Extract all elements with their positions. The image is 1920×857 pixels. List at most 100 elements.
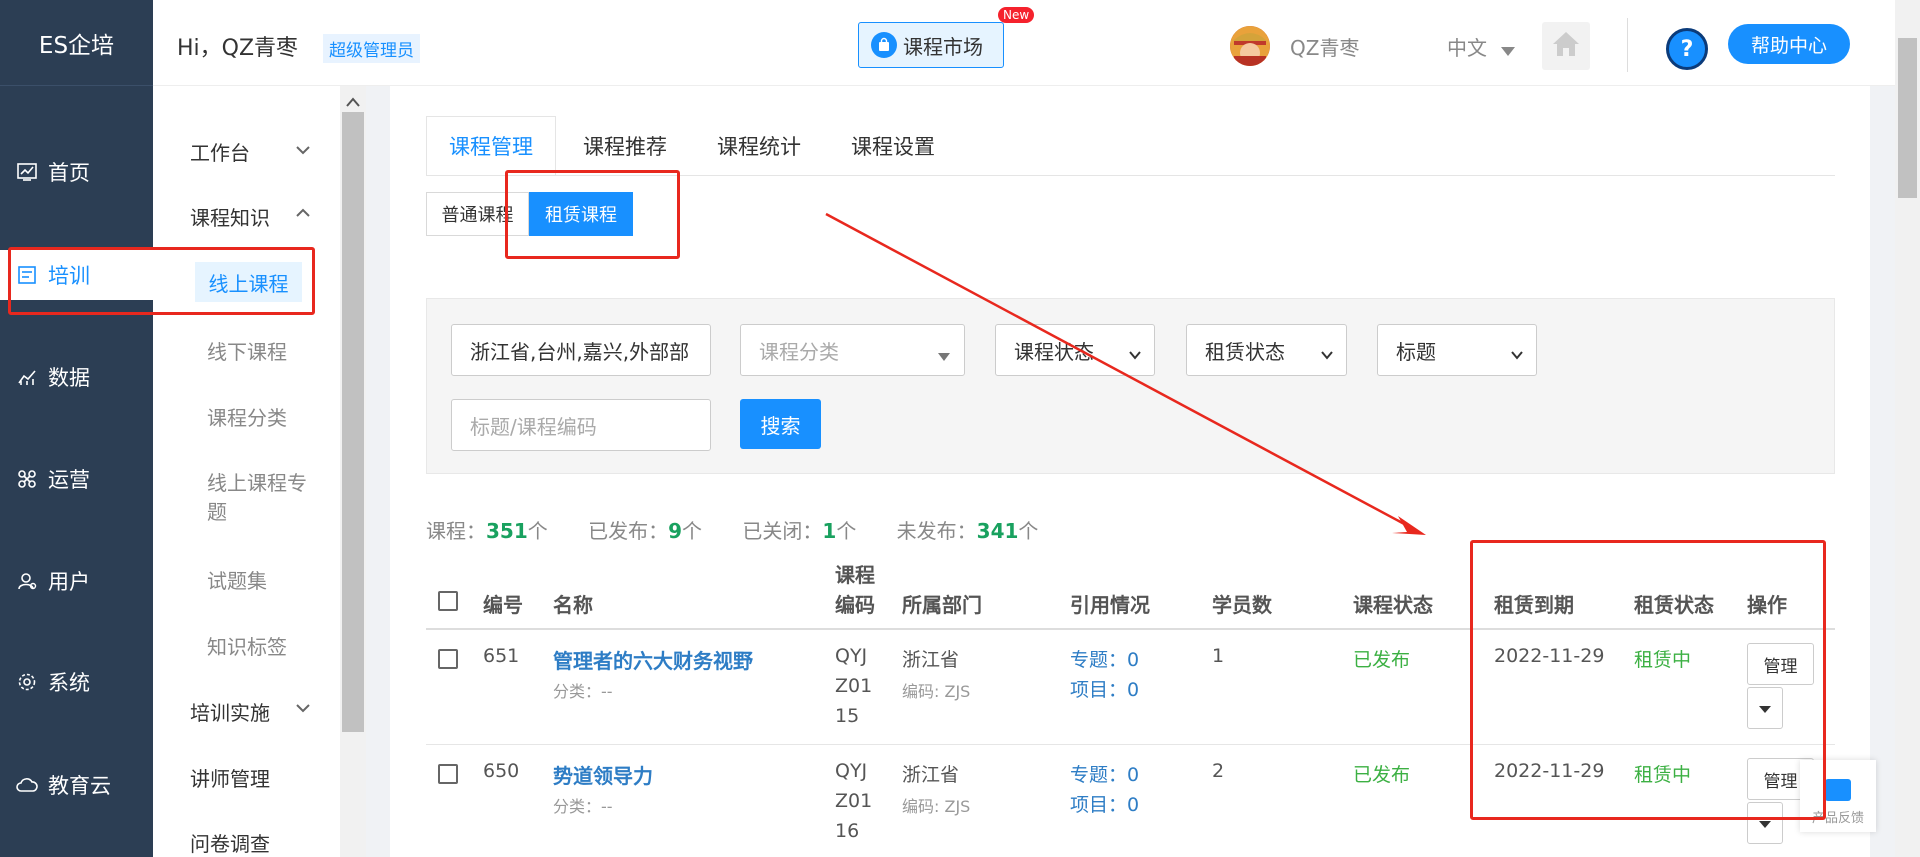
- subnav-item-course-category[interactable]: 课程分类: [207, 402, 287, 431]
- avatar[interactable]: [1230, 26, 1270, 66]
- home-icon: [1552, 31, 1580, 61]
- course-status-select[interactable]: 课程状态: [995, 324, 1155, 376]
- subnav-item-online-topic-line2: 题: [207, 500, 227, 524]
- main-sidebar: ES企培 首页 培训 数据 运营 用户 系统 教育云: [0, 0, 153, 857]
- project-ref-link[interactable]: 项目：0: [1070, 675, 1139, 702]
- subnav-scrollbar[interactable]: [340, 86, 366, 857]
- page-scrollbar[interactable]: [1895, 0, 1920, 857]
- stats-icon: [16, 366, 38, 388]
- greeting-text: Hi，QZ青枣: [177, 36, 299, 61]
- th-students: 学员数: [1212, 593, 1272, 617]
- stat-closed-unit: 个: [836, 519, 857, 543]
- nav-item-edu-cloud[interactable]: 教育云: [0, 760, 153, 810]
- stat-unpublished-label: 未发布：: [896, 519, 977, 543]
- title-field-select[interactable]: 标题: [1377, 324, 1537, 376]
- course-market-button[interactable]: 课程市场: [858, 22, 1004, 68]
- subnav-group-lecturer[interactable]: 讲师管理: [190, 763, 270, 792]
- subnav-item-offline-course[interactable]: 线下课程: [207, 336, 287, 365]
- role-badge: 超级管理员: [323, 34, 420, 63]
- stat-courses-unit: 个: [527, 519, 548, 543]
- top-header: Hi，QZ青枣 超级管理员 课程市场 New QZ青枣 中文 ? 帮助中心: [153, 0, 1920, 86]
- topic-ref-link[interactable]: 专题：0: [1070, 645, 1139, 672]
- chevron-down-icon: [1320, 343, 1334, 360]
- region-select-value: 浙江省,台州,嘉兴,外部部: [470, 339, 690, 364]
- subnav-item-knowledge-tags[interactable]: 知识标签: [207, 631, 287, 660]
- subnav-group-course-knowledge[interactable]: 课程知识: [190, 202, 270, 231]
- chevron-down-icon[interactable]: [296, 700, 310, 714]
- select-all-checkbox[interactable]: [438, 591, 458, 611]
- subnav-group-workbench[interactable]: 工作台: [190, 137, 250, 166]
- row-checkbox[interactable]: [438, 649, 458, 669]
- course-status-label: 课程状态: [1014, 339, 1094, 364]
- department-code: 编码: ZJS: [902, 682, 971, 701]
- search-button[interactable]: 搜索: [740, 399, 821, 449]
- nav-item-data[interactable]: 数据: [0, 352, 153, 402]
- course-stats: 课程：351个 已发布：9个 已关闭：1个 未发布：341个: [426, 515, 1038, 544]
- th-name: 名称: [553, 593, 593, 617]
- th-course-status: 课程状态: [1353, 593, 1433, 617]
- nav-label-system: 系统: [48, 671, 90, 695]
- help-center-button[interactable]: 帮助中心: [1728, 24, 1850, 64]
- language-select[interactable]: 中文: [1447, 32, 1516, 62]
- course-code-part3: 16: [835, 820, 860, 842]
- row-id: 650: [483, 760, 520, 782]
- subnav-scroll-thumb[interactable]: [342, 112, 364, 732]
- chevron-down-icon[interactable]: [296, 142, 310, 156]
- stat-closed-count: 1: [822, 519, 837, 543]
- nav-item-home[interactable]: 首页: [0, 147, 153, 197]
- tab-course-statistics[interactable]: 课程统计: [706, 116, 812, 176]
- subnav-group-survey[interactable]: 问卷调查: [190, 828, 270, 857]
- home-button[interactable]: [1542, 22, 1590, 70]
- nav-label-home: 首页: [48, 161, 90, 185]
- lease-status-select[interactable]: 租赁状态: [1186, 324, 1347, 376]
- category-select[interactable]: 课程分类: [740, 324, 965, 376]
- tab-course-settings[interactable]: 课程设置: [840, 116, 946, 176]
- caret-down-icon: [1501, 38, 1516, 62]
- stat-unpublished-count: 341: [976, 519, 1019, 543]
- tab-course-management[interactable]: 课程管理: [426, 116, 556, 176]
- nav-item-operations[interactable]: 运营: [0, 454, 153, 504]
- nav-label-data: 数据: [48, 366, 90, 390]
- category-select-placeholder: 课程分类: [759, 339, 839, 364]
- student-count: 2: [1212, 760, 1225, 782]
- header-divider: [1627, 18, 1628, 72]
- username-text[interactable]: QZ青枣: [1290, 32, 1359, 61]
- help-question-icon[interactable]: ?: [1666, 28, 1708, 70]
- operations-icon: [16, 468, 38, 490]
- stat-closed-label: 已关闭：: [742, 519, 823, 543]
- course-category: 分类：--: [553, 797, 613, 816]
- caret-down-icon: [938, 343, 952, 361]
- subnav-item-question-sets[interactable]: 试题集: [207, 565, 267, 594]
- department: 浙江省: [902, 649, 960, 671]
- nav-label-users: 用户: [48, 570, 90, 594]
- project-ref-link[interactable]: 项目：0: [1070, 790, 1139, 817]
- annotation-box-training: [8, 247, 315, 315]
- keyword-input[interactable]: 标题/课程编码: [451, 399, 711, 451]
- nav-item-system[interactable]: 系统: [0, 657, 153, 707]
- keyword-input-placeholder: 标题/课程编码: [470, 414, 597, 439]
- nav-label-operations: 运营: [48, 468, 90, 492]
- course-name-link[interactable]: 势道领导力: [553, 760, 653, 789]
- nav-item-users[interactable]: 用户: [0, 556, 153, 606]
- tab-course-recommend[interactable]: 课程推荐: [572, 116, 678, 176]
- scroll-up-arrow-icon[interactable]: [346, 92, 360, 111]
- department: 浙江省: [902, 764, 960, 786]
- course-code-part1: QYJ: [835, 760, 868, 782]
- brand-logo[interactable]: ES企培: [0, 0, 153, 86]
- subnav-item-online-topic-line1: 线上课程专: [207, 471, 307, 495]
- course-code-part2: Z01: [835, 675, 873, 697]
- lease-status-label: 租赁状态: [1205, 339, 1285, 364]
- page-scroll-thumb[interactable]: [1898, 38, 1917, 198]
- course-name-link[interactable]: 管理者的六大财务视野: [553, 645, 753, 674]
- row-checkbox[interactable]: [438, 764, 458, 784]
- stat-courses-count: 351: [486, 519, 528, 543]
- subnav-group-training-implementation[interactable]: 培训实施: [190, 697, 270, 726]
- topic-ref-link[interactable]: 专题：0: [1070, 760, 1139, 787]
- region-select[interactable]: 浙江省,台州,嘉兴,外部部: [451, 324, 711, 376]
- chevron-up-icon[interactable]: [296, 205, 310, 219]
- stat-published-unit: 个: [682, 519, 703, 543]
- subnav-item-online-topic[interactable]: 线上课程专 题: [207, 467, 307, 525]
- cloud-icon: [16, 774, 38, 796]
- chevron-down-icon: [1128, 343, 1142, 360]
- course-status: 已发布: [1353, 649, 1411, 671]
